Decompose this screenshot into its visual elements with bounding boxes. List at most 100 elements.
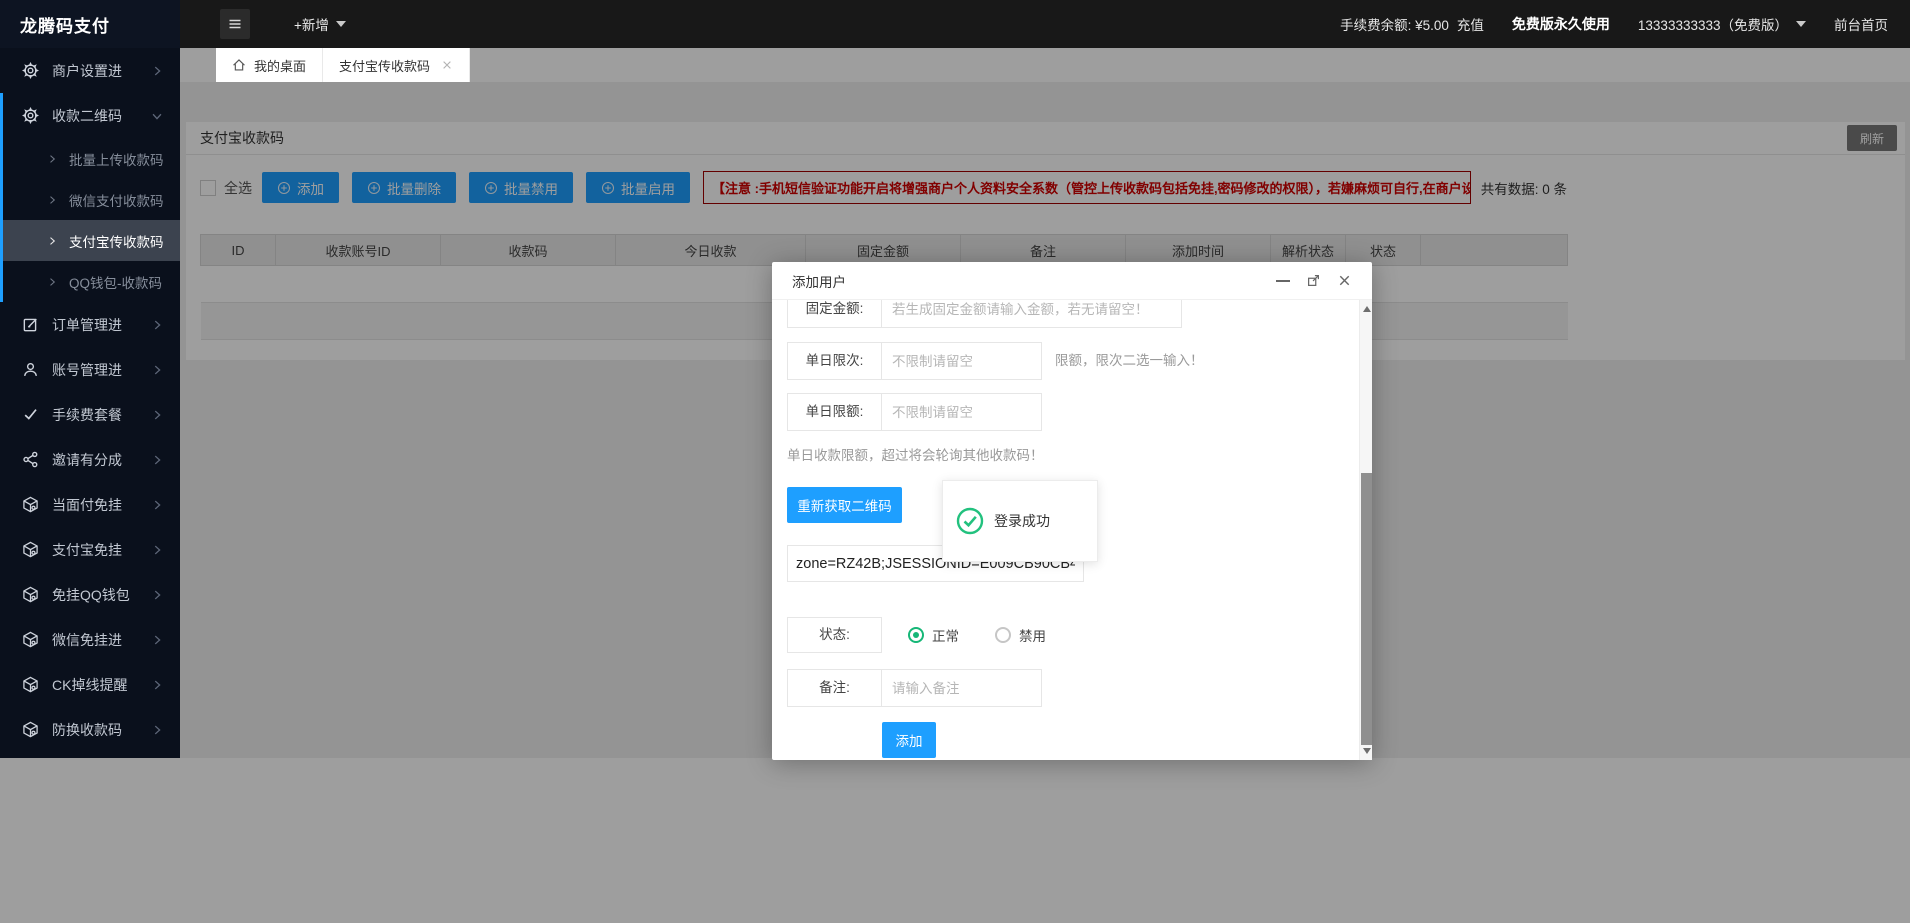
chevron-down-icon — [150, 109, 164, 123]
chevron-right-icon — [150, 453, 164, 467]
cube-icon — [22, 676, 39, 693]
sidebar-toggle-button[interactable] — [220, 9, 250, 39]
refetch-qrcode-button[interactable]: 重新获取二维码 — [787, 487, 902, 523]
tab-alipay-code[interactable]: 支付宝传收款码 — [323, 48, 470, 82]
frontend-home-link[interactable]: 前台首页 — [1834, 14, 1888, 34]
sidebar-subitem-wechat-code[interactable]: 微信支付收款码 — [0, 179, 180, 220]
sidebar-item-accounts[interactable]: 账号管理进 — [0, 347, 180, 392]
cube-icon — [22, 496, 39, 513]
edition-label: 免费版永久使用 — [1512, 14, 1610, 34]
chevron-right-icon — [46, 235, 58, 247]
sidebar-group-qrcode: 收款二维码 批量上传收款码 微信支付收款码 支付宝传收款码 QQ钱包-收款码 — [0, 93, 180, 302]
remark-label: 备注: — [787, 669, 882, 707]
sidebar-item-qq-free[interactable]: 免挂QQ钱包 — [0, 572, 180, 617]
cube-icon — [22, 631, 39, 648]
modal-window-controls — [1276, 273, 1352, 288]
status-radio-disabled[interactable]: 禁用 — [995, 625, 1046, 645]
radio-unselected-icon — [995, 627, 1011, 643]
sidebar-item-ck-offline-alert[interactable]: CK掉线提醒 — [0, 662, 180, 707]
chevron-right-icon — [150, 678, 164, 692]
scrollbar-thumb[interactable] — [1361, 473, 1372, 745]
gear-icon — [22, 62, 39, 79]
maximize-icon[interactable] — [1306, 273, 1321, 288]
status-label: 状态: — [787, 617, 882, 653]
tab-my-desktop[interactable]: 我的桌面 — [216, 48, 323, 82]
edit-icon — [22, 316, 39, 333]
chevron-right-icon — [46, 153, 58, 165]
status-radio-group: 正常 禁用 — [908, 617, 1082, 653]
scroll-down-arrow[interactable] — [1360, 744, 1372, 758]
app-logo: 龙腾码支付 — [0, 0, 180, 48]
status-radio-normal[interactable]: 正常 — [908, 625, 959, 645]
sidebar-item-merchant-settings[interactable]: 商户设置进 — [0, 48, 180, 93]
cube-icon — [22, 541, 39, 558]
modal-header: 添加用户 — [772, 262, 1372, 300]
sidebar-subitem-qq-wallet-code[interactable]: QQ钱包-收款码 — [0, 261, 180, 302]
fee-balance: 手续费余额: ¥5.00 充值 — [1340, 14, 1484, 34]
sidebar-item-alipay-free[interactable]: 支付宝免挂 — [0, 527, 180, 572]
chevron-right-icon — [150, 633, 164, 647]
sidebar-item-fee-package[interactable]: 手续费套餐 — [0, 392, 180, 437]
fixed-amount-row: 固定金额: — [787, 300, 1182, 328]
check-circle-icon — [956, 507, 984, 535]
chevron-down-icon — [336, 21, 346, 27]
minimize-icon[interactable] — [1276, 280, 1290, 282]
daily-count-input[interactable] — [881, 342, 1042, 380]
home-icon — [232, 58, 246, 72]
topbar: 龙腾码支付 +新增 手续费余额: ¥5.00 充值 免费版永久使用 133333… — [0, 0, 1910, 48]
status-row: 状态: 正常 禁用 — [787, 617, 1082, 653]
login-success-text: 登录成功 — [994, 511, 1050, 531]
fixed-amount-label: 固定金额: — [787, 300, 882, 328]
modal-title: 添加用户 — [792, 271, 846, 291]
scroll-up-arrow[interactable] — [1360, 302, 1372, 316]
chevron-right-icon — [150, 543, 164, 557]
chevron-right-icon — [150, 588, 164, 602]
sidebar-item-anti-switch-code[interactable]: 防换收款码 — [0, 707, 180, 752]
sidebar: 商户设置进 收款二维码 批量上传收款码 微信支付收款码 支付宝传收款码 QQ钱包… — [0, 48, 180, 758]
sidebar-item-qrcode[interactable]: 收款二维码 — [0, 93, 180, 138]
fixed-amount-input[interactable] — [881, 300, 1182, 328]
new-dropdown[interactable]: +新增 — [294, 14, 346, 34]
submit-add-button[interactable]: 添加 — [882, 722, 936, 758]
chevron-right-icon — [150, 498, 164, 512]
chevron-down-icon — [1796, 21, 1806, 27]
chevron-right-icon — [150, 64, 164, 78]
daily-amount-input[interactable] — [881, 393, 1042, 431]
sidebar-item-invite-share[interactable]: 邀请有分成 — [0, 437, 180, 482]
chevron-right-icon — [150, 723, 164, 737]
daily-count-hint: 限额，限次二选一输入！ — [1055, 342, 1204, 380]
login-success-popover: 登录成功 — [942, 480, 1098, 562]
daily-amount-row: 单日限额: — [787, 393, 1042, 431]
daily-count-row: 单日限次: 限额，限次二选一输入！ — [787, 342, 1204, 380]
sidebar-item-wechat-free[interactable]: 微信免挂进 — [0, 617, 180, 662]
chevron-right-icon — [150, 363, 164, 377]
sidebar-subitem-batch-upload[interactable]: 批量上传收款码 — [0, 138, 180, 179]
fee-balance-label: 手续费余额: ¥5.00 — [1340, 14, 1449, 34]
sidebar-subitem-alipay-code[interactable]: 支付宝传收款码 — [0, 220, 180, 261]
daily-count-label: 单日限次: — [787, 342, 882, 380]
cube-icon — [22, 721, 39, 738]
sidebar-item-f2f-pay[interactable]: 当面付免挂 — [0, 482, 180, 527]
tab-bar: 我的桌面 支付宝传收款码 — [180, 48, 1910, 82]
cube-icon — [22, 586, 39, 603]
chevron-right-icon — [46, 276, 58, 288]
topbar-right: 手续费余额: ¥5.00 充值 免费版永久使用 13333333333（免费版）… — [1340, 14, 1910, 34]
radio-selected-icon — [908, 627, 924, 643]
chevron-right-icon — [46, 194, 58, 206]
share-icon — [22, 451, 39, 468]
remark-input[interactable] — [881, 669, 1042, 707]
modal-body: 固定金额: 单日限次: 限额，限次二选一输入！ 单日限额: 单日收款限额，超过将… — [772, 300, 1372, 760]
chevron-right-icon — [150, 318, 164, 332]
modal-scrollbar[interactable] — [1359, 300, 1372, 760]
chevron-right-icon — [150, 408, 164, 422]
recharge-link[interactable]: 充值 — [1457, 14, 1484, 34]
account-dropdown[interactable]: 13333333333（免费版） — [1638, 14, 1806, 34]
daily-amount-note: 单日收款限额，超过将会轮询其他收款码！ — [787, 444, 1044, 464]
account-label: 13333333333（免费版） — [1638, 14, 1788, 34]
new-dropdown-label: +新增 — [294, 14, 329, 34]
close-icon[interactable] — [441, 59, 453, 71]
add-user-modal: 添加用户 固定金额: 单日限次: 限额，限次二选一输入！ 单日限额: 单日收款限… — [772, 262, 1372, 760]
daily-amount-label: 单日限额: — [787, 393, 882, 431]
close-icon[interactable] — [1337, 273, 1352, 288]
sidebar-item-orders[interactable]: 订单管理进 — [0, 302, 180, 347]
